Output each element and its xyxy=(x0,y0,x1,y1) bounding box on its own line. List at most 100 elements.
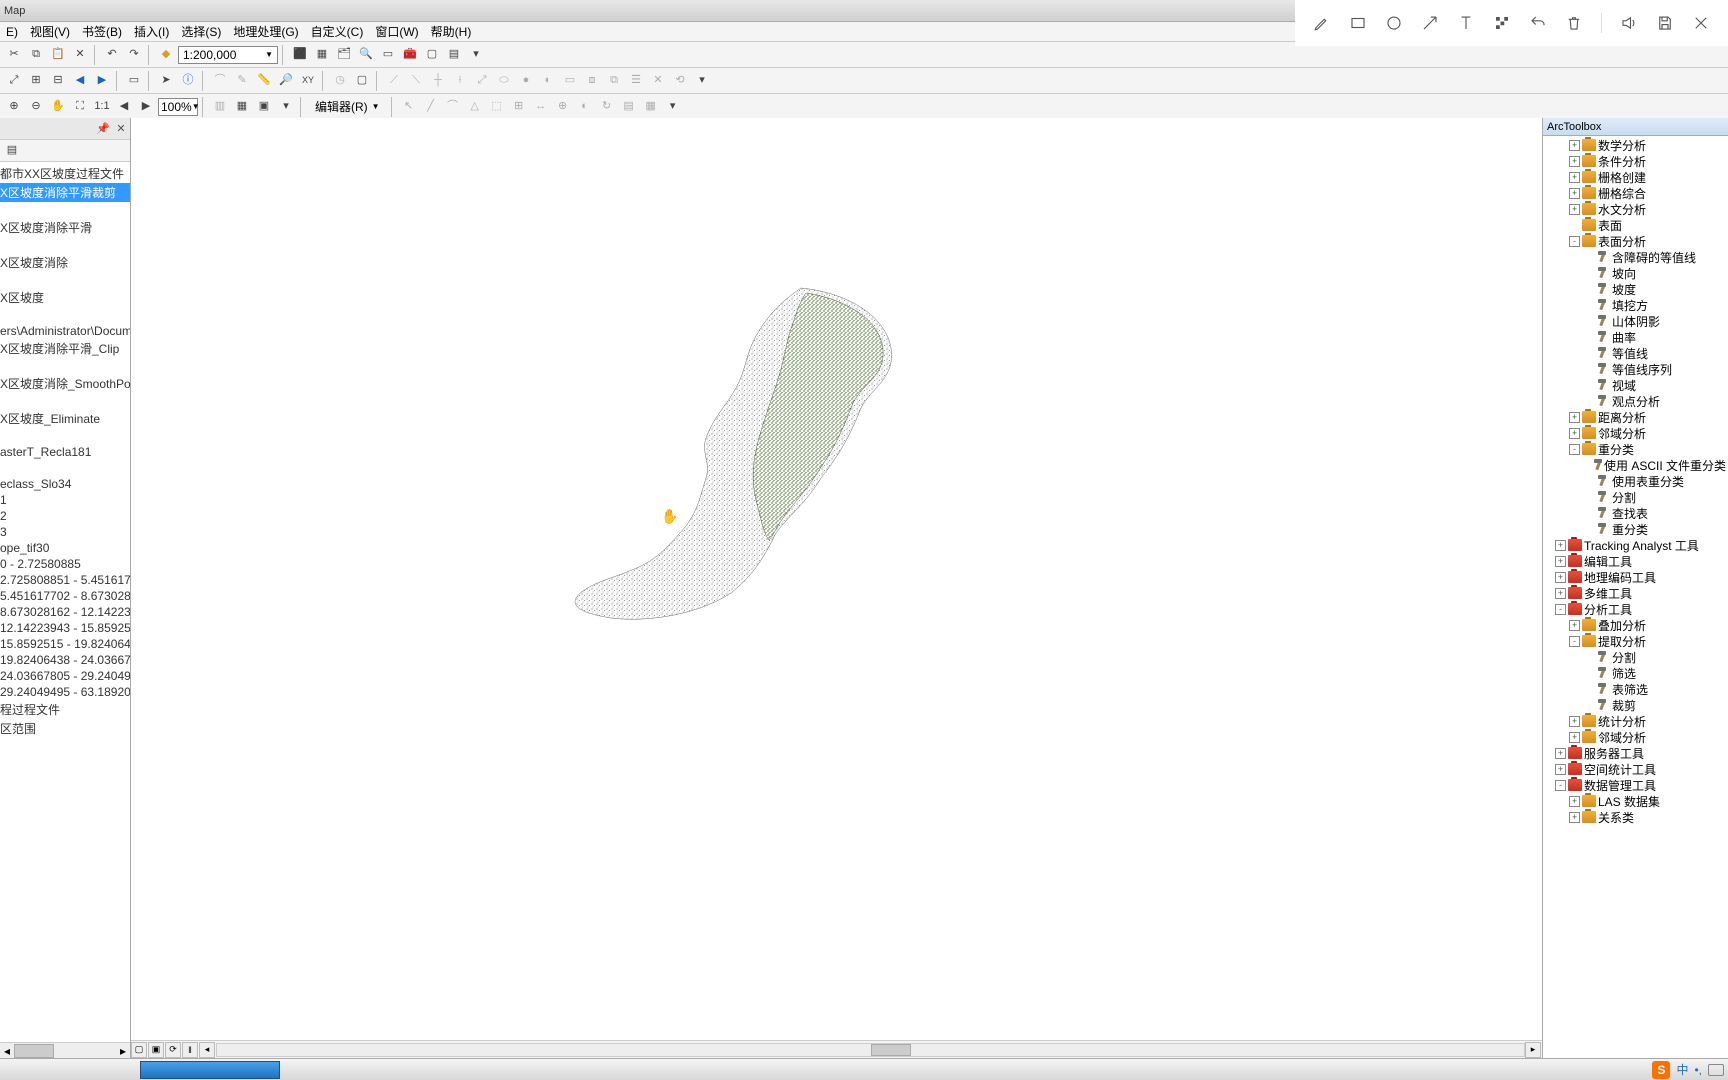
toc-layer-item[interactable]: 0 - 2.72580885 xyxy=(0,556,130,572)
toolbox-node[interactable]: 观点分析 xyxy=(1543,393,1728,409)
layout-pan-icon[interactable]: ✋ xyxy=(48,97,68,117)
toc-layer-item[interactable]: X区坡度消除平滑_Clip xyxy=(0,339,130,358)
toolbox-node[interactable]: +Tracking Analyst 工具 xyxy=(1543,537,1728,553)
toolbox-node[interactable]: 视域 xyxy=(1543,377,1728,393)
toolbox-node[interactable]: +空间统计工具 xyxy=(1543,761,1728,777)
toolbox-node[interactable]: 分割 xyxy=(1543,649,1728,665)
editor-toolbar-icon[interactable]: ⬛ xyxy=(290,45,310,65)
copy-icon[interactable]: ⧉ xyxy=(26,45,46,65)
toc-layer-item[interactable] xyxy=(0,393,130,409)
search-icon[interactable]: 🔍 xyxy=(356,45,376,65)
toc-layer-item[interactable]: asterT_Recla181 xyxy=(0,444,130,460)
scrollbar-thumb[interactable] xyxy=(14,1044,54,1058)
refresh-icon[interactable]: ⟳ xyxy=(165,1042,181,1058)
expand-icon[interactable]: + xyxy=(1569,172,1580,183)
rectangle-icon[interactable] xyxy=(1349,14,1367,32)
toolbox-node[interactable]: -提取分析 xyxy=(1543,633,1728,649)
toolbox-node[interactable]: +地理编码工具 xyxy=(1543,569,1728,585)
list-by-drawing-icon[interactable]: ▤ xyxy=(2,141,22,161)
expand-icon[interactable]: + xyxy=(1569,428,1580,439)
undo-tool-icon[interactable]: ↶ xyxy=(102,45,122,65)
close-panel-icon[interactable]: ✕ xyxy=(114,122,128,136)
toolbox-node[interactable]: -表面分析 xyxy=(1543,233,1728,249)
menu-insert[interactable]: 插入(I) xyxy=(128,23,175,40)
catalog-icon[interactable]: 🗂 xyxy=(334,45,354,65)
forward-icon[interactable]: ▶ xyxy=(92,71,112,91)
toolbox-node[interactable]: +服务器工具 xyxy=(1543,745,1728,761)
menu-view[interactable]: 视图(V) xyxy=(24,23,76,40)
menu-window[interactable]: 窗口(W) xyxy=(369,23,424,40)
toolbox-node[interactable]: +LAS 数据集 xyxy=(1543,793,1728,809)
toolbox-node[interactable]: 查找表 xyxy=(1543,505,1728,521)
toolbox-node[interactable]: +栅格综合 xyxy=(1543,185,1728,201)
expand-icon[interactable]: + xyxy=(1569,716,1580,727)
map-view[interactable]: ✋ ▢ ▣ ⟳ ‖ ◂ ▸ xyxy=(131,118,1543,1058)
menu-bookmarks[interactable]: 书签(B) xyxy=(76,23,128,40)
layout-back-icon[interactable]: ◀ xyxy=(114,97,134,117)
toolbox-node[interactable]: 含障碍的等值线 xyxy=(1543,249,1728,265)
expand-icon[interactable]: - xyxy=(1555,604,1566,615)
pencil-icon[interactable] xyxy=(1313,14,1331,32)
ime-lang[interactable]: 中 xyxy=(1676,1061,1688,1078)
toc-layer-item[interactable]: 程过程文件 xyxy=(0,700,130,719)
arrow-icon[interactable] xyxy=(1421,14,1439,32)
find-icon[interactable]: 🔎 xyxy=(276,71,296,91)
toolbox-node[interactable]: 山体阴影 xyxy=(1543,313,1728,329)
save-icon[interactable] xyxy=(1656,14,1674,32)
toc-layer-item[interactable]: ers\Administrator\Documen xyxy=(0,323,130,339)
menu-selection[interactable]: 选择(S) xyxy=(175,23,227,40)
expand-icon[interactable]: + xyxy=(1569,204,1580,215)
select-elements-icon[interactable]: ▭ xyxy=(124,71,144,91)
expand-icon[interactable]: + xyxy=(1569,620,1580,631)
data-view-icon[interactable]: ▢ xyxy=(131,1042,147,1058)
expand-icon[interactable]: + xyxy=(1555,556,1566,567)
toc-layer-item[interactable]: 8.673028162 - 12.14223942 xyxy=(0,604,130,620)
toc-layer-item[interactable] xyxy=(0,237,130,253)
scale-input[interactable]: 1:200,000▼ xyxy=(178,46,278,64)
toc-layer-item[interactable]: 2 xyxy=(0,508,130,524)
toolbox-node[interactable]: 使用表重分类 xyxy=(1543,473,1728,489)
map-hscroll[interactable] xyxy=(216,1043,1525,1057)
full-extent-icon[interactable]: ⤢ xyxy=(4,71,24,91)
toolbox-node[interactable]: 裁剪 xyxy=(1543,697,1728,713)
speaker-icon[interactable] xyxy=(1620,14,1638,32)
ime-punct-icon[interactable]: •, xyxy=(1694,1063,1702,1077)
toolbox-node[interactable]: +统计分析 xyxy=(1543,713,1728,729)
toolbox-node[interactable]: +邻域分析 xyxy=(1543,729,1728,745)
toc-layer-item[interactable] xyxy=(0,307,130,323)
toc-layer-item[interactable] xyxy=(0,428,130,444)
expand-icon[interactable]: - xyxy=(1569,444,1580,455)
toolbox-node[interactable]: 表筛选 xyxy=(1543,681,1728,697)
toc-layer-item[interactable]: eclass_Slo34 xyxy=(0,476,130,492)
toolbox-node[interactable]: +关系类 xyxy=(1543,809,1728,825)
toolbox-node[interactable]: -分析工具 xyxy=(1543,601,1728,617)
toc-tree[interactable]: 都市XX区坡度过程文件X区坡度消除平滑裁剪 X区坡度消除平滑 X区坡度消除 X区… xyxy=(0,162,130,1042)
keyboard-icon[interactable] xyxy=(1708,1064,1724,1076)
toolbox-node[interactable]: 分割 xyxy=(1543,489,1728,505)
pause-draw-icon[interactable]: ‖ xyxy=(182,1042,198,1058)
toc-layer-item[interactable] xyxy=(0,272,130,288)
back-icon[interactable]: ◀ xyxy=(70,71,90,91)
toolbox-node[interactable]: 曲率 xyxy=(1543,329,1728,345)
dd3-icon[interactable]: ▾ xyxy=(663,97,683,117)
cut-icon[interactable]: ✂ xyxy=(4,45,24,65)
toolbox-node[interactable]: 等值线序列 xyxy=(1543,361,1728,377)
map-hscroll-thumb[interactable] xyxy=(871,1044,911,1056)
goto-xy-icon[interactable]: XY xyxy=(298,71,318,91)
taskbar-item[interactable] xyxy=(140,1061,280,1079)
circle-icon[interactable] xyxy=(1385,14,1403,32)
expand-icon[interactable]: + xyxy=(1555,588,1566,599)
toc-layer-item[interactable]: 都市XX区坡度过程文件 xyxy=(0,164,130,183)
toc-layer-item[interactable]: 12.14223943 - 15.85925149 xyxy=(0,620,130,636)
expand-icon[interactable]: + xyxy=(1569,188,1580,199)
toc-layer-item[interactable]: 1 xyxy=(0,492,130,508)
toc-layer-item[interactable]: 区范围 xyxy=(0,719,130,738)
viewer-icon[interactable]: ▢ xyxy=(352,71,372,91)
close-icon[interactable] xyxy=(1692,14,1710,32)
menu-geoprocessing[interactable]: 地理处理(G) xyxy=(227,23,304,40)
expand-icon[interactable]: - xyxy=(1555,780,1566,791)
menu-help[interactable]: 帮助(H) xyxy=(425,23,478,40)
expand-icon[interactable]: + xyxy=(1569,156,1580,167)
page-setup-icon[interactable]: ▦ xyxy=(232,97,252,117)
sogou-ime-icon[interactable]: S xyxy=(1652,1061,1670,1079)
